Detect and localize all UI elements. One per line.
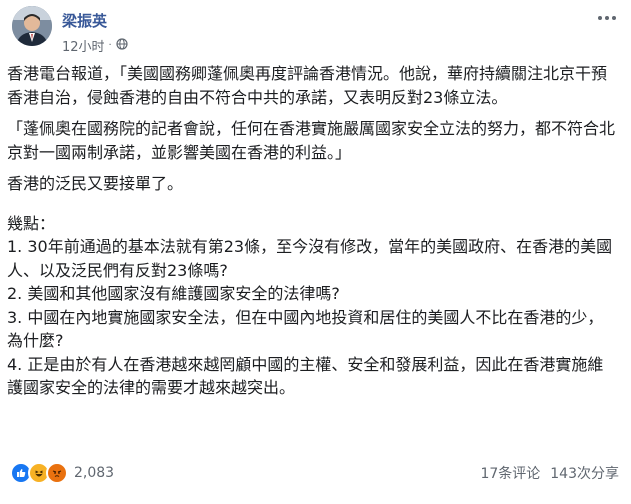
author-name[interactable]: 梁振英	[62, 10, 107, 31]
points-title: 幾點：	[7, 213, 56, 233]
reaction-count[interactable]: 2,083	[74, 465, 114, 481]
post-time[interactable]: 12小时	[62, 36, 105, 55]
shares-link[interactable]: 143次分享	[550, 463, 619, 483]
post-meta: 12小时 ·	[62, 36, 128, 55]
point-item: 1. 30年前通過的基本法就有第23條，至今沒有修改，當年的美國政府、在香港的美…	[7, 237, 613, 280]
angry-icon	[46, 462, 68, 484]
post-paragraph: 香港的泛民又要接單了。	[7, 174, 184, 193]
point-item: 4. 正是由於有人在香港越來越罔顧中國的主權、安全和發展利益，因此在香港實施維護…	[7, 354, 604, 398]
post-content: 香港電台報道，「美國國務卿蓬佩奧再度評論香港情況。他說，華府持續關注北京干預香港…	[7, 62, 619, 400]
more-options-icon[interactable]	[595, 8, 619, 28]
engagement-stats: 17条评论 143次分享	[480, 463, 619, 483]
post-paragraph: 「蓬佩奧在國務院的記者會說，任何在香港實施嚴厲國家安全立法的努力，都不符合北京對…	[7, 119, 616, 162]
avatar[interactable]	[12, 6, 52, 46]
comments-link[interactable]: 17条评论	[480, 463, 540, 483]
point-item: 3. 中國在內地實施國家安全法，但在中國內地投資和居住的美國人不比在香港的少，為…	[7, 307, 604, 351]
post-paragraph: 香港電台報道，「美國國務卿蓬佩奧再度評論香港情況。他說，華府持續關注北京干預香港…	[7, 64, 608, 107]
reactions-summary[interactable]: 2,083	[10, 462, 114, 484]
point-item: 2. 美國和其他國家沒有維護國家安全的法律嗎?	[7, 284, 340, 303]
post-footer: 2,083 17条评论 143次分享	[10, 458, 619, 488]
separator-dot: ·	[108, 40, 112, 51]
globe-icon	[116, 37, 128, 54]
post-header: 梁振英 12小时 ·	[12, 6, 619, 58]
